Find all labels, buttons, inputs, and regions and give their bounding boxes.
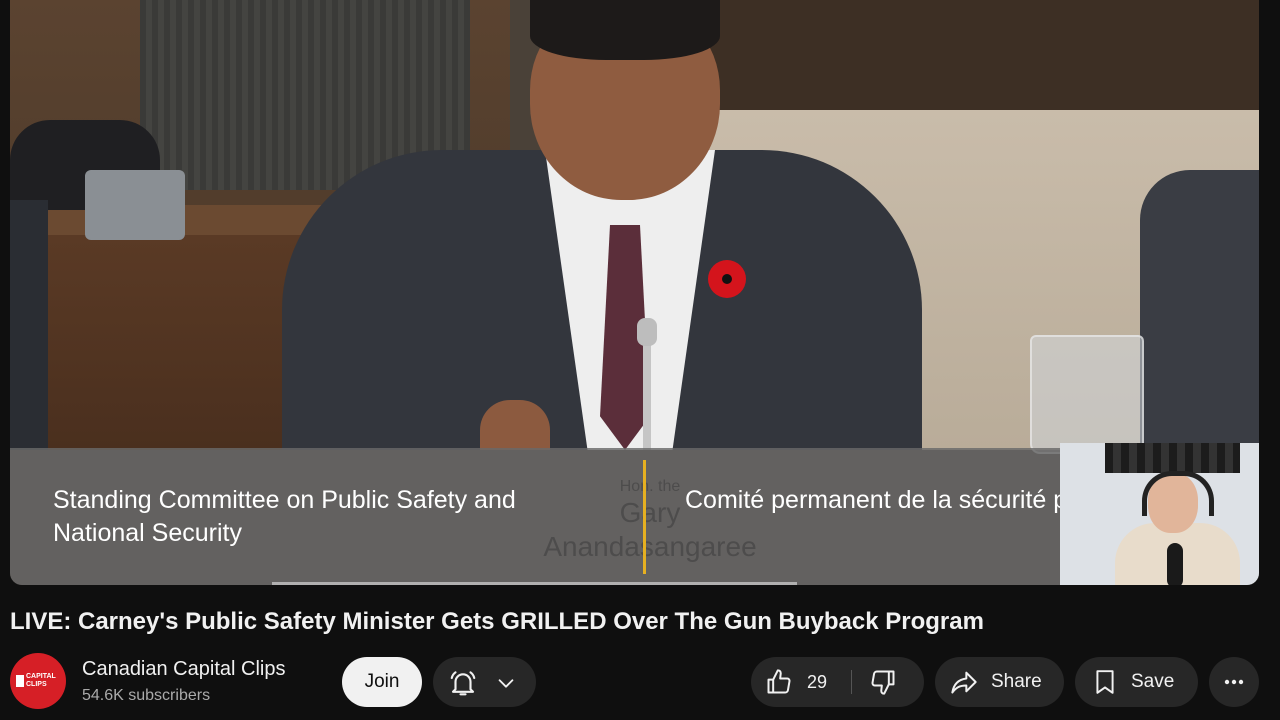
save-button[interactable]: Save	[1075, 657, 1198, 707]
more-actions-button[interactable]	[1209, 657, 1259, 707]
like-button[interactable]: 29	[751, 657, 851, 707]
bell-icon	[448, 668, 478, 703]
join-button[interactable]: Join	[342, 657, 422, 707]
like-count: 29	[807, 672, 828, 692]
water-pitcher	[1030, 335, 1144, 454]
poppy-pin	[708, 260, 746, 298]
dislike-button[interactable]	[852, 657, 924, 707]
subscriber-count: 54.6K subscribers	[82, 687, 211, 704]
channel-name[interactable]: Canadian Capital Clips	[82, 656, 285, 682]
headset	[1142, 471, 1214, 516]
progress-bar[interactable]	[272, 582, 797, 585]
thumb-up-icon	[765, 668, 793, 701]
flag-icon	[16, 675, 24, 687]
caption-divider	[643, 460, 646, 574]
chevron-down-icon	[495, 672, 517, 699]
channel-avatar[interactable]: CAPITAL CLIPS	[10, 653, 66, 709]
video-title: LIVE: Carney's Public Safety Minister Ge…	[10, 608, 984, 635]
more-horizontal-icon	[1222, 670, 1246, 699]
share-button[interactable]: Share	[935, 657, 1064, 707]
thumb-down-icon	[869, 668, 897, 701]
notifications-button[interactable]	[433, 657, 536, 707]
streamer-webcam-overlay	[1060, 443, 1259, 585]
bookmark-icon	[1092, 669, 1118, 700]
caption-english: Standing Committee on Public Safety and …	[53, 486, 516, 547]
share-icon	[949, 668, 979, 701]
like-dislike-group: 29	[751, 657, 924, 707]
video-player[interactable]: Hon. the Gary Anandasangaree Standing Co…	[10, 0, 1259, 585]
caption-french: Comité permanent de la sécurité publique…	[685, 486, 1065, 514]
